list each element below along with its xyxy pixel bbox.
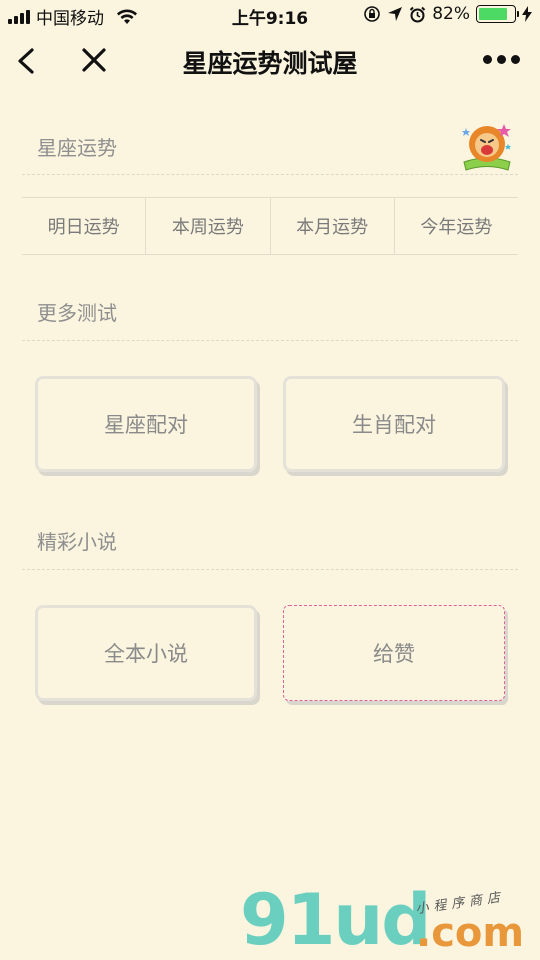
tab-weekly-fortune[interactable]: 本周运势: [146, 198, 271, 254]
tab-tomorrow-fortune[interactable]: 明日运势: [22, 198, 147, 254]
lion-mascot-icon[interactable]: [458, 118, 516, 176]
battery-fill: [479, 8, 507, 20]
nav-bar: 星座运势测试屋: [0, 30, 540, 92]
fortune-tabs: 明日运势 本周运势 本月运势 今年运势: [22, 197, 518, 255]
tab-monthly-fortune[interactable]: 本月运势: [271, 198, 395, 254]
watermark-brand: 91ud: [240, 879, 431, 960]
status-bar: 中国移动 上午9:16 82%: [0, 0, 540, 30]
more-menu-icon[interactable]: [483, 55, 520, 64]
watermark-suffix: .com: [416, 910, 525, 956]
chinese-zodiac-match-button[interactable]: 生肖配对: [283, 376, 505, 472]
battery-percent: 82%: [432, 4, 470, 24]
section-divider: [22, 340, 518, 341]
section-title-novels: 精彩小说: [37, 530, 117, 554]
battery-icon: [476, 5, 519, 23]
alarm-icon: [409, 6, 426, 22]
section-divider: [22, 174, 518, 175]
watermark-logo: 91ud 小程序商店 .com: [240, 880, 540, 960]
status-right: 82%: [363, 4, 532, 24]
section-divider: [22, 569, 518, 570]
full-novels-button[interactable]: 全本小说: [35, 605, 257, 701]
location-icon: [388, 7, 403, 21]
orientation-lock-icon: [364, 6, 381, 22]
like-button[interactable]: 给赞: [283, 605, 505, 701]
charging-icon: [522, 6, 532, 22]
tab-yearly-fortune[interactable]: 今年运势: [395, 198, 518, 254]
section-title-more-tests: 更多测试: [37, 301, 117, 325]
section-title-horoscope: 星座运势: [37, 136, 117, 160]
zodiac-match-button[interactable]: 星座配对: [35, 376, 257, 472]
page-title: 星座运势测试屋: [182, 49, 358, 78]
